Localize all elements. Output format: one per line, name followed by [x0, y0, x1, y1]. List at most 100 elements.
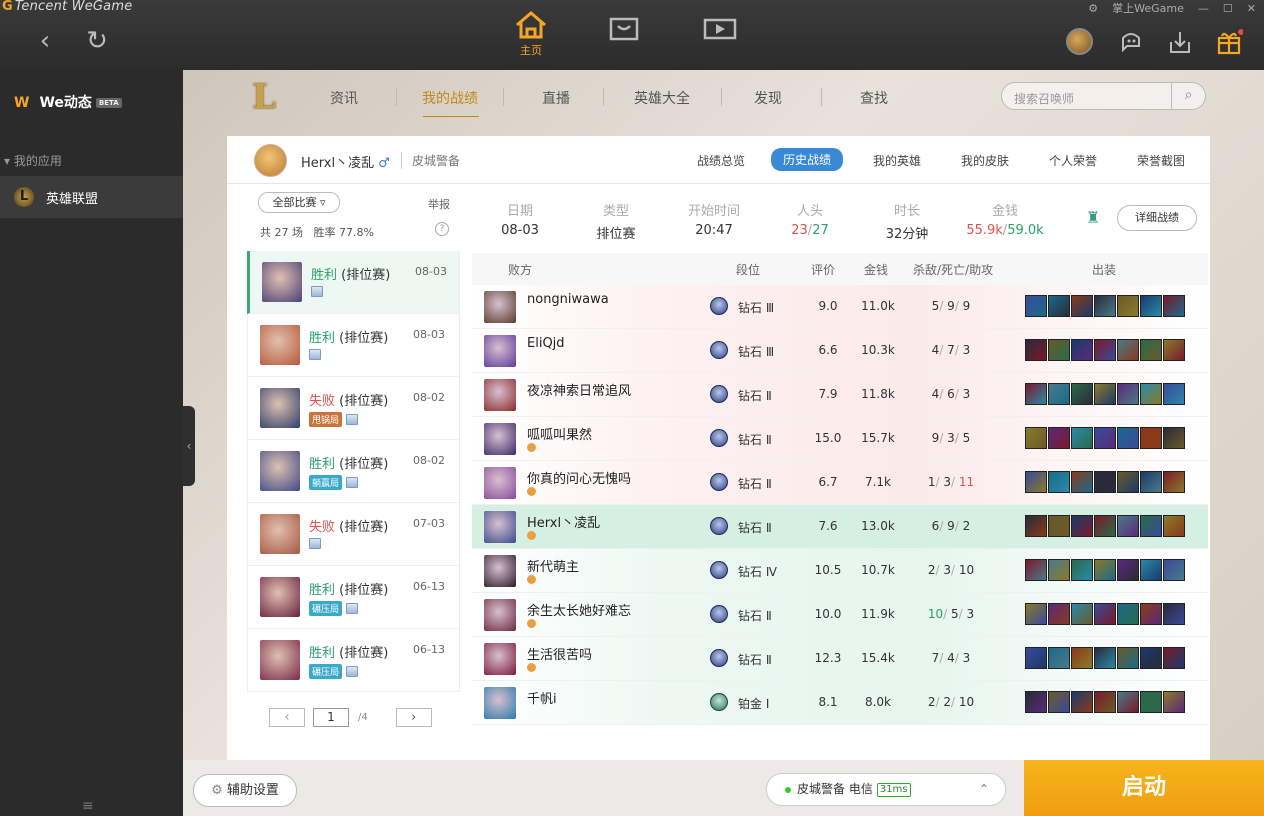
chat-icon[interactable] — [1117, 28, 1145, 56]
player-name[interactable]: EliQjd — [527, 336, 565, 351]
item-icon[interactable] — [1117, 295, 1139, 317]
player-name[interactable]: nongniwawa — [527, 292, 609, 307]
item-icon[interactable] — [1048, 647, 1070, 669]
item-icon[interactable] — [1094, 647, 1116, 669]
player-name[interactable]: Herxl丶凌乱 — [527, 512, 600, 531]
item-icon[interactable] — [1025, 295, 1047, 317]
item-icon[interactable] — [1140, 559, 1162, 581]
download-icon[interactable] — [1166, 28, 1194, 56]
item-icon[interactable] — [1025, 559, 1047, 581]
item-icon[interactable] — [1140, 295, 1162, 317]
tab-overview[interactable]: 战绩总览 — [697, 152, 745, 169]
table-row[interactable]: 新代萌主 钻石 Ⅳ 10.5 10.7k 2/ 3/ 10 — [472, 549, 1208, 593]
item-icon[interactable] — [1140, 427, 1162, 449]
report-link[interactable]: 举报 — [428, 196, 450, 212]
item-icon[interactable] — [1140, 647, 1162, 669]
item-icon[interactable] — [1048, 383, 1070, 405]
item-icon[interactable] — [1094, 515, 1116, 537]
back-icon[interactable]: ‹ — [30, 28, 60, 58]
item-icon[interactable] — [1140, 691, 1162, 713]
menu-icon[interactable]: ≡ — [82, 798, 94, 814]
summoner-search-input[interactable]: 搜索召唤师 ⌕ — [1001, 82, 1206, 110]
table-row[interactable]: 呱呱叫果然 钻石 Ⅱ 15.0 15.7k 9/ 3/ 5 — [472, 417, 1208, 461]
item-icon[interactable] — [1071, 603, 1093, 625]
collapse-sidebar-icon[interactable]: ‹ — [183, 406, 195, 486]
tab-history[interactable]: 历史战绩 — [771, 148, 844, 171]
item-icon[interactable] — [1117, 647, 1139, 669]
game-list-item[interactable]: 胜利 (排位赛) 08-03 — [247, 251, 460, 314]
item-icon[interactable] — [1163, 515, 1185, 537]
page-input[interactable]: 1 — [313, 708, 349, 727]
help-icon[interactable]: ? — [435, 222, 449, 236]
item-icon[interactable] — [1117, 339, 1139, 361]
video-icon[interactable] — [703, 16, 737, 42]
item-icon[interactable] — [1048, 603, 1070, 625]
item-icon[interactable] — [1025, 427, 1047, 449]
item-icon[interactable] — [1071, 339, 1093, 361]
item-icon[interactable] — [1140, 339, 1162, 361]
item-icon[interactable] — [1117, 603, 1139, 625]
table-row[interactable]: nongniwawa 钻石 Ⅲ 9.0 11.0k 5/ 9/ 9 — [472, 285, 1208, 329]
launch-button[interactable]: 启动 — [1024, 760, 1264, 816]
item-icon[interactable] — [1140, 515, 1162, 537]
image-icon[interactable] — [309, 538, 321, 549]
item-icon[interactable] — [1163, 295, 1185, 317]
item-icon[interactable] — [1094, 471, 1116, 493]
item-icon[interactable] — [1048, 427, 1070, 449]
close-button[interactable]: ✕ — [1247, 2, 1256, 15]
item-icon[interactable] — [1163, 383, 1185, 405]
item-icon[interactable] — [1025, 691, 1047, 713]
item-icon[interactable] — [1048, 515, 1070, 537]
item-icon[interactable] — [1163, 339, 1185, 361]
image-icon[interactable] — [346, 477, 359, 488]
item-icon[interactable] — [1094, 427, 1116, 449]
game-list-item[interactable]: 胜利 (排位赛) 08-03 — [247, 314, 460, 377]
home-nav[interactable]: 主页 — [511, 10, 551, 58]
tab-live[interactable]: 直播 — [542, 88, 570, 108]
item-icon[interactable] — [1025, 515, 1047, 537]
item-icon[interactable] — [1117, 383, 1139, 405]
tab-news[interactable]: 资讯 — [330, 88, 358, 108]
image-icon[interactable] — [346, 414, 359, 425]
mobile-wegame-link[interactable]: 掌上WeGame — [1112, 0, 1184, 16]
item-icon[interactable] — [1025, 471, 1047, 493]
player-name[interactable]: 千帆i — [527, 688, 557, 707]
player-name[interactable]: 生活很苦吗 — [527, 644, 592, 663]
player-name[interactable]: 余生太长她好难忘 — [527, 600, 631, 619]
item-icon[interactable] — [1117, 471, 1139, 493]
table-row[interactable]: 你真的问心无愧吗 钻石 Ⅱ 6.7 7.1k 1/ 3/ 11 — [472, 461, 1208, 505]
item-icon[interactable] — [1117, 691, 1139, 713]
we-dynamic[interactable]: W We动态 BETA — [14, 92, 122, 112]
item-icon[interactable] — [1071, 427, 1093, 449]
player-name[interactable]: 新代萌主 — [527, 556, 579, 575]
player-name[interactable]: 呱呱叫果然 — [527, 424, 592, 443]
item-icon[interactable] — [1048, 339, 1070, 361]
gift-icon[interactable] — [1215, 28, 1244, 56]
image-icon[interactable] — [346, 603, 359, 614]
item-icon[interactable] — [1163, 559, 1185, 581]
item-icon[interactable] — [1071, 691, 1093, 713]
item-icon[interactable] — [1163, 691, 1185, 713]
tab-my-record[interactable]: 我的战绩 — [422, 88, 478, 108]
assist-settings-button[interactable]: ⚙ 辅助设置 — [193, 774, 297, 807]
minimize-button[interactable]: — — [1198, 2, 1209, 15]
tab-search[interactable]: 查找 — [860, 88, 888, 108]
player-name[interactable]: 夜凉神索日常追风 — [527, 380, 631, 399]
game-list-item[interactable]: 失败 (排位赛) 08-02 甩锅局 — [247, 377, 460, 440]
server-selector[interactable]: 皮城警备 电信 31ms ⌃ — [766, 773, 1006, 806]
sidebar-item-lol[interactable]: L 英雄联盟 — [0, 176, 183, 218]
tab-discover[interactable]: 发现 — [754, 88, 782, 108]
detail-record-button[interactable]: 详细战绩 — [1117, 205, 1197, 231]
filter-dropdown[interactable]: 全部比赛 ▿ — [258, 192, 340, 213]
item-icon[interactable] — [1071, 471, 1093, 493]
refresh-icon[interactable]: ↻ — [82, 28, 112, 58]
item-icon[interactable] — [1094, 295, 1116, 317]
item-icon[interactable] — [1140, 471, 1162, 493]
item-icon[interactable] — [1048, 295, 1070, 317]
image-icon[interactable] — [346, 666, 359, 677]
item-icon[interactable] — [1094, 603, 1116, 625]
mobile-icon[interactable]: ⚙ — [1088, 2, 1098, 15]
game-list-item[interactable]: 胜利 (排位赛) 08-02 躺赢局 — [247, 440, 460, 503]
item-icon[interactable] — [1140, 383, 1162, 405]
item-icon[interactable] — [1025, 647, 1047, 669]
